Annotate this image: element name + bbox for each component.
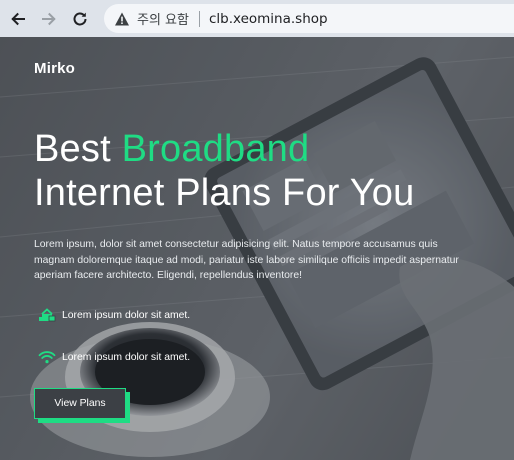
reload-icon (73, 12, 87, 25)
security-status-label[interactable]: 주의 요함 (137, 9, 189, 28)
feature-text: Lorem ipsum dolor sit amet. (62, 309, 191, 321)
hero-content: Mirko Best Broadband Internet Plans For … (0, 37, 514, 460)
feature-text: Lorem ipsum dolor sit amet. (62, 351, 191, 363)
feature-item: Lorem ipsum dolor sit amet. (38, 349, 190, 365)
view-plans-button[interactable]: View Plans (34, 388, 126, 419)
feature-item: Lorem ipsum dolor sit amet. (38, 307, 190, 323)
forward-button[interactable] (36, 6, 62, 32)
brand-logo[interactable]: Mirko (34, 60, 75, 77)
reload-button[interactable] (67, 6, 93, 32)
warning-triangle-icon[interactable] (114, 11, 130, 27)
headline-text: Best (34, 128, 122, 170)
back-button[interactable] (5, 6, 31, 32)
hero-headline: Best Broadband Internet Plans For You (34, 127, 504, 215)
arrow-right-icon (42, 12, 56, 25)
view-plans-button-wrapper: View Plans (34, 388, 130, 423)
url-separator (198, 10, 200, 27)
router-icon (38, 307, 56, 323)
browser-toolbar: 주의 요함 clb.xeomina.shop (0, 0, 514, 37)
wifi-icon (38, 349, 56, 365)
hero-description: Lorem ipsum, dolor sit amet consectetur … (34, 239, 459, 281)
url-text[interactable]: clb.xeomina.shop (209, 11, 328, 27)
headline-accent: Broadband (121, 128, 310, 170)
hero-section: Mirko Best Broadband Internet Plans For … (0, 37, 514, 460)
address-bar[interactable]: 주의 요함 clb.xeomina.shop (104, 4, 514, 33)
arrow-left-icon (11, 12, 25, 25)
headline-line2: Internet Plans For You (34, 172, 415, 214)
